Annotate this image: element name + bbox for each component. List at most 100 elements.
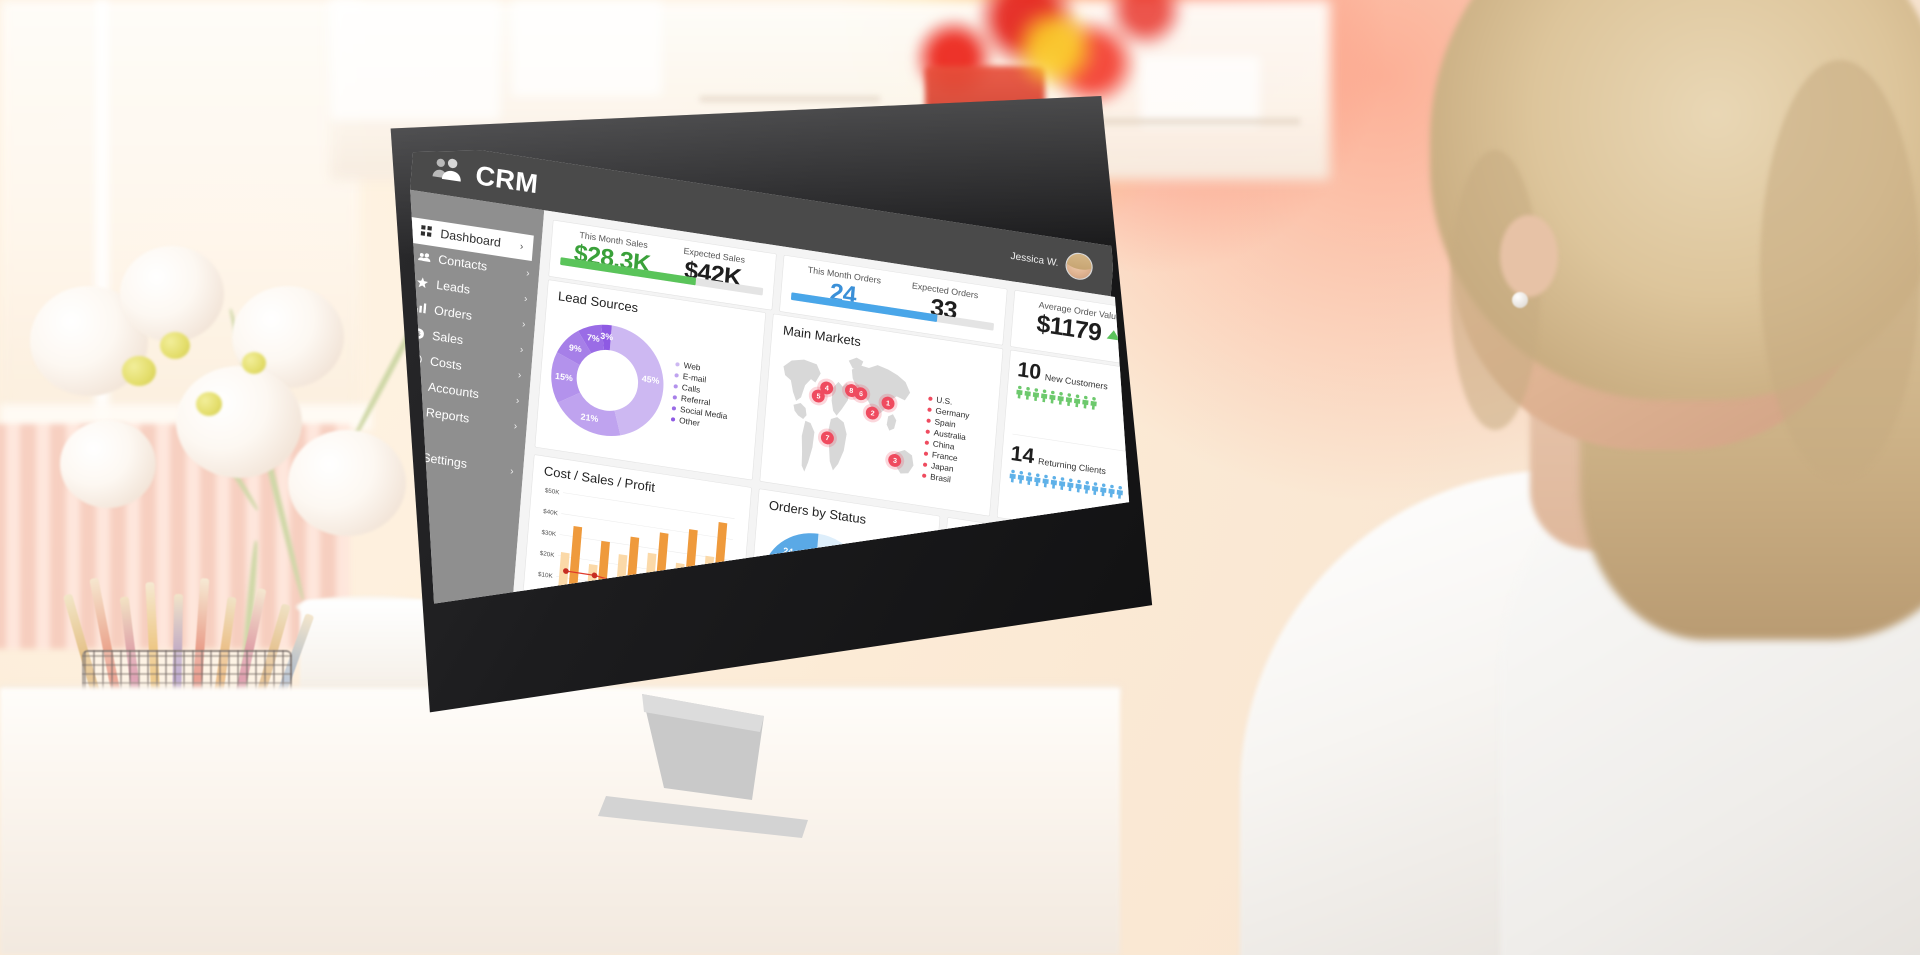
legend-dot bbox=[922, 462, 928, 468]
person-silhouette bbox=[1200, 0, 1920, 955]
app-title: CRM bbox=[474, 159, 540, 200]
sidebar-item-label: Costs bbox=[429, 354, 463, 373]
world-map-svg bbox=[783, 357, 914, 474]
returning-clients-count: 14 bbox=[1009, 440, 1036, 468]
legend-dot bbox=[671, 406, 677, 411]
person-icon bbox=[1065, 393, 1072, 407]
legend-dot bbox=[1063, 656, 1067, 661]
legend-dot bbox=[675, 362, 680, 367]
chevron-right-icon: › bbox=[517, 369, 522, 381]
lead-sources-card: Lead Sources 45% 21% 15% 9% 7% 3% Web E-mail Ca… bbox=[534, 279, 767, 481]
legend-label: Merch bbox=[1072, 632, 1097, 646]
y-axis-tick: $10K bbox=[538, 571, 554, 580]
legend-dot bbox=[924, 440, 929, 446]
main-markets-card: Main Markets 1 2 3 4 5 6 7 8 U.S. German… bbox=[759, 313, 1004, 517]
this-month-sales-kpi: This Month Sales $28.3K bbox=[560, 228, 664, 286]
orchid-bud bbox=[122, 356, 156, 386]
this-month-orders-kpi: This Month Orders 24 bbox=[791, 263, 895, 321]
person-icon bbox=[1042, 474, 1049, 488]
lead-sources-donut[interactable]: 45% 21% 15% 9% 7% 3% bbox=[545, 315, 670, 449]
grid-icon bbox=[419, 224, 434, 240]
world-map[interactable]: 12345678 bbox=[768, 337, 932, 500]
legend-dot bbox=[672, 395, 678, 400]
person-icon bbox=[1091, 481, 1099, 495]
lead-sources-legend: Web E-mail Calls Referral Social Media Other bbox=[670, 359, 732, 433]
chevron-right-icon: › bbox=[513, 420, 518, 432]
legend-dot bbox=[927, 396, 933, 402]
person-icon bbox=[1009, 469, 1016, 483]
donut-slice-label: 17% bbox=[961, 632, 980, 646]
people-logo-icon bbox=[431, 155, 466, 186]
y-axis-tick: $50K bbox=[545, 487, 561, 496]
legend-dot bbox=[670, 417, 676, 422]
avatar[interactable] bbox=[1064, 250, 1094, 282]
person-icon bbox=[1116, 485, 1123, 499]
legend-dot bbox=[927, 407, 932, 413]
legend-item[interactable]: Tools bbox=[1065, 620, 1114, 638]
legend-item[interactable]: Service bbox=[1062, 653, 1111, 671]
chevron-right-icon: › bbox=[525, 267, 531, 279]
person-icon bbox=[1057, 392, 1064, 405]
sidebar-item-label: Leads bbox=[435, 278, 471, 297]
star-icon bbox=[415, 276, 430, 290]
sidebar-item-label: Contacts bbox=[437, 252, 488, 274]
orchid-bloom bbox=[120, 246, 224, 342]
sidebar-item-label: Reports bbox=[425, 405, 470, 426]
person-icon bbox=[1034, 473, 1041, 487]
gridline bbox=[561, 513, 733, 540]
new-customers-label: New Customers bbox=[1044, 372, 1109, 392]
new-customers-count: 10 bbox=[1016, 356, 1043, 385]
sidebar-item-label: Settings bbox=[421, 450, 468, 471]
legend-dot bbox=[1064, 634, 1068, 639]
legend-dot bbox=[1063, 645, 1067, 650]
legend-dot bbox=[923, 451, 928, 457]
legend-dot bbox=[673, 384, 678, 389]
main-markets-legend: U.S. Germany Spain Australia China France Japa… bbox=[920, 360, 995, 510]
person-icon bbox=[1090, 397, 1097, 410]
donut-slice-label: 7% bbox=[586, 332, 601, 345]
legend-label: Other bbox=[678, 415, 701, 428]
expected-orders-kpi: Expected Orders 33 bbox=[892, 278, 996, 336]
imac-monitor: CRM Jessica W. Dashboard › Contacts › Le… bbox=[386, 96, 1156, 838]
person-icon bbox=[1100, 483, 1107, 497]
cabinet bbox=[512, 0, 662, 96]
sidebar-item-label: Accounts bbox=[427, 380, 480, 402]
chevron-right-icon: › bbox=[515, 394, 520, 407]
y-axis-tick: $20K bbox=[539, 550, 555, 559]
chevron-right-icon: › bbox=[521, 318, 526, 330]
legend-label: Brasil bbox=[929, 471, 952, 485]
y-axis-tick: $40K bbox=[543, 508, 559, 517]
donut-slice-label: 9% bbox=[568, 342, 583, 355]
legend-item[interactable]: Merch bbox=[1064, 631, 1113, 649]
ear bbox=[1500, 215, 1558, 297]
user-menu[interactable]: Jessica W. bbox=[1010, 243, 1094, 282]
chevron-right-icon: › bbox=[509, 465, 515, 477]
monitor-stand bbox=[598, 694, 808, 838]
legend-item[interactable]: Add-On bbox=[1063, 642, 1112, 660]
new-customers-block: 10 New Customers bbox=[1013, 356, 1129, 445]
person-icon bbox=[1058, 476, 1066, 490]
sidebar-item-label: Sales bbox=[431, 329, 464, 348]
app-brand[interactable]: CRM bbox=[431, 152, 540, 199]
donut-slice-label: 3% bbox=[599, 331, 614, 343]
expected-sales-kpi: Expected Sales $42K bbox=[661, 243, 765, 301]
person-icon bbox=[1016, 385, 1023, 399]
person-icon bbox=[1049, 390, 1056, 404]
yellow-flowers bbox=[995, 8, 1145, 88]
user-name: Jessica W. bbox=[1010, 250, 1059, 269]
person-icon bbox=[1040, 389, 1048, 403]
orchid-bloom bbox=[176, 366, 302, 478]
person-icon bbox=[1024, 386, 1031, 400]
chevron-right-icon: › bbox=[519, 240, 524, 253]
person-icon bbox=[1073, 394, 1081, 408]
legend-dot bbox=[921, 473, 927, 479]
people-icon bbox=[417, 251, 431, 264]
legend-label: Add-On bbox=[1071, 643, 1101, 658]
legend-label: Service bbox=[1070, 654, 1099, 669]
legend-dot bbox=[1065, 623, 1069, 628]
person-icon bbox=[1017, 470, 1024, 484]
sidebar-item-label: Orders bbox=[433, 303, 473, 323]
orchid-bloom bbox=[60, 420, 156, 508]
person-icon bbox=[1067, 478, 1074, 492]
person-icon bbox=[1082, 395, 1089, 409]
